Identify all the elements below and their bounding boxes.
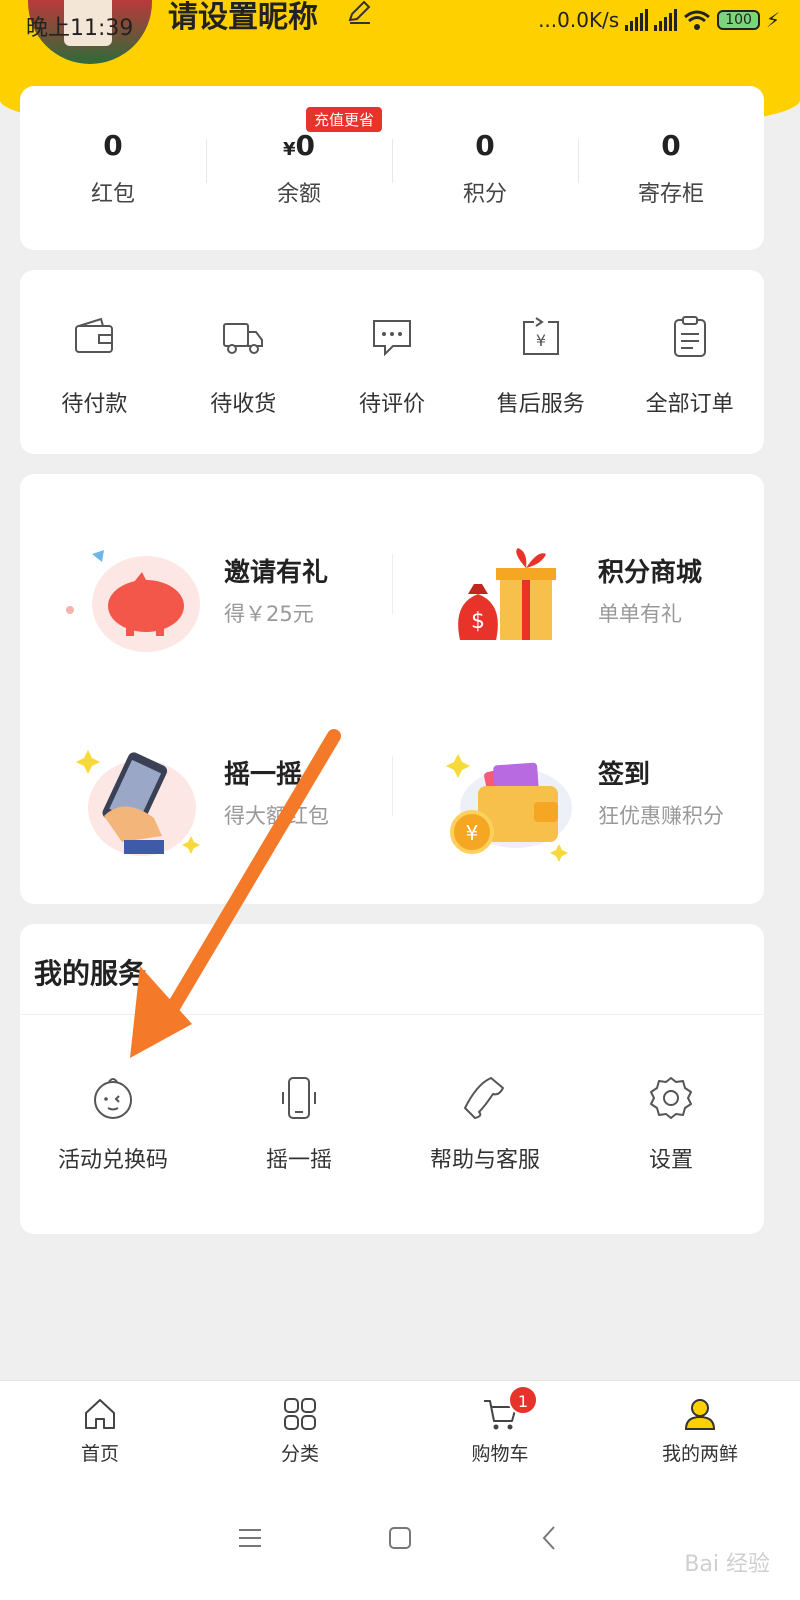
- asset-label: 寄存柜: [637, 181, 704, 207]
- status-bar-right: ...0.0K/s 100 ⚡: [538, 8, 780, 32]
- service-label: 设置: [648, 1148, 693, 1173]
- service-label: 帮助与客服: [429, 1148, 540, 1173]
- asset-value: 0: [103, 128, 123, 162]
- charging-icon: ⚡: [765, 8, 780, 32]
- service-redeem-code[interactable]: 活动兑换码: [20, 1074, 206, 1174]
- signal-icon: [654, 9, 678, 31]
- face-icon: [94, 1078, 132, 1119]
- promo-checkin[interactable]: ¥ 签到 狂优惠赚积分: [438, 746, 778, 866]
- asset-label: 积分: [462, 181, 507, 207]
- promo-title: 积分商城: [598, 558, 703, 588]
- asset-balance[interactable]: ¥0 余额: [206, 129, 392, 208]
- tab-home[interactable]: 首页: [0, 1381, 200, 1476]
- section-divider: [20, 1014, 764, 1015]
- order-label: 售后服务: [496, 392, 585, 417]
- menu-icon[interactable]: [235, 1523, 265, 1553]
- phone-vibrate-icon: [282, 1077, 316, 1119]
- promo-title: 签到: [598, 760, 651, 790]
- service-label: 活动兑换码: [57, 1148, 168, 1173]
- promos-card: 邀请有礼 得￥25元 $ 积分商城 单单有礼 摇一摇 得大额红包 ¥ 签到 狂优…: [20, 474, 764, 904]
- tab-mine[interactable]: 我的两鲜: [600, 1381, 800, 1476]
- home-icon: [85, 1399, 115, 1429]
- system-nav-bar: [0, 1476, 800, 1600]
- section-title: 我的服务: [34, 957, 147, 990]
- battery-icon: 100: [717, 10, 760, 30]
- asset-label: 红包: [90, 181, 135, 207]
- promo-invite[interactable]: 邀请有礼 得￥25元: [64, 544, 404, 664]
- asset-label: 余额: [276, 181, 321, 207]
- wifi-icon: [684, 10, 711, 30]
- tab-label: 首页: [80, 1443, 119, 1465]
- service-row: 活动兑换码 摇一摇 帮助与客服 设置: [20, 1074, 764, 1174]
- asset-points[interactable]: 0 积分: [392, 129, 578, 208]
- promo-subtitle: 得￥25元: [224, 602, 314, 626]
- promo-subtitle: 单单有礼: [598, 602, 682, 626]
- order-label: 待评价: [358, 392, 425, 417]
- nickname[interactable]: 请设置昵称: [168, 0, 318, 36]
- home-square-icon[interactable]: [385, 1523, 415, 1553]
- service-help[interactable]: 帮助与客服: [392, 1074, 578, 1174]
- comment-icon: [372, 320, 411, 357]
- promo-points-mall[interactable]: $ 积分商城 单单有礼: [438, 544, 778, 664]
- tab-label: 我的两鲜: [661, 1443, 738, 1465]
- promo-divider: [392, 554, 393, 614]
- tab-label: 购物车: [471, 1443, 529, 1465]
- svg-text:¥: ¥: [466, 821, 479, 845]
- phone-handset-icon: [464, 1077, 504, 1119]
- edit-pencil-icon[interactable]: [346, 0, 374, 26]
- watermark: Bai 经验: [684, 1552, 770, 1577]
- shake-phone-icon: [76, 750, 200, 856]
- svg-text:¥: ¥: [536, 331, 546, 350]
- tab-cart[interactable]: 1 购物车: [400, 1381, 600, 1476]
- promo-divider: [392, 756, 393, 816]
- asset-locker[interactable]: 0 寄存柜: [578, 129, 764, 208]
- asset-red-packet[interactable]: 0 红包: [20, 129, 206, 208]
- order-label: 待付款: [61, 392, 128, 417]
- clipboard-icon: [673, 316, 706, 357]
- order-after-sales[interactable]: ¥ 售后服务: [466, 314, 615, 418]
- asset-value: 0: [661, 128, 681, 162]
- piggy-bank-icon: [66, 550, 200, 652]
- promo-title: 摇一摇: [224, 760, 303, 790]
- promo-subtitle: 得大额红包: [224, 804, 329, 828]
- promo-badge: 充值更省: [306, 107, 383, 132]
- order-pending-review[interactable]: 待评价: [318, 314, 467, 418]
- orders-card: 待付款 待收货 待评价 ¥ 售后服务 全部订单: [20, 270, 764, 454]
- wallet-icon: [75, 317, 114, 353]
- assets-card: 0 红包 ¥0 余额 0 积分 0 寄存柜: [20, 86, 764, 250]
- svg-text:$: $: [471, 609, 485, 634]
- grid-icon: [284, 1398, 316, 1430]
- user-icon: [684, 1399, 716, 1430]
- bottom-tab-bar: 首页 分类 1 购物车 我的两鲜: [0, 1380, 800, 1476]
- back-icon[interactable]: [535, 1523, 565, 1553]
- promo-shake[interactable]: 摇一摇 得大额红包: [64, 746, 404, 866]
- promo-subtitle: 狂优惠赚积分: [598, 804, 724, 828]
- gift-bag-icon: $: [458, 548, 556, 640]
- network-speed: ...0.0K/s: [538, 8, 620, 32]
- order-label: 全部订单: [645, 392, 734, 417]
- order-pending-receipt[interactable]: 待收货: [169, 314, 318, 418]
- service-settings[interactable]: 设置: [578, 1074, 764, 1174]
- signal-icon: [625, 9, 649, 31]
- yuan-exchange-icon: ¥: [522, 317, 559, 355]
- cart-count-badge: 1: [508, 1385, 538, 1415]
- promo-title: 邀请有礼: [224, 558, 329, 588]
- service-shake[interactable]: 摇一摇: [206, 1074, 392, 1174]
- status-time: 晚上11:39: [26, 16, 134, 41]
- order-all[interactable]: 全部订单: [615, 314, 764, 418]
- order-label: 待收货: [210, 392, 277, 417]
- asset-value: ¥0: [282, 128, 315, 162]
- tab-category[interactable]: 分类: [200, 1381, 400, 1476]
- truck-icon: [223, 323, 264, 354]
- gear-icon: [650, 1077, 692, 1119]
- wallet-coin-icon: ¥: [446, 754, 572, 862]
- services-card: 我的服务 活动兑换码 摇一摇 帮助与客服 设置: [20, 924, 764, 1234]
- order-pending-payment[interactable]: 待付款: [20, 314, 169, 418]
- tab-label: 分类: [280, 1443, 319, 1465]
- asset-value: 0: [475, 128, 495, 162]
- service-label: 摇一摇: [265, 1148, 332, 1173]
